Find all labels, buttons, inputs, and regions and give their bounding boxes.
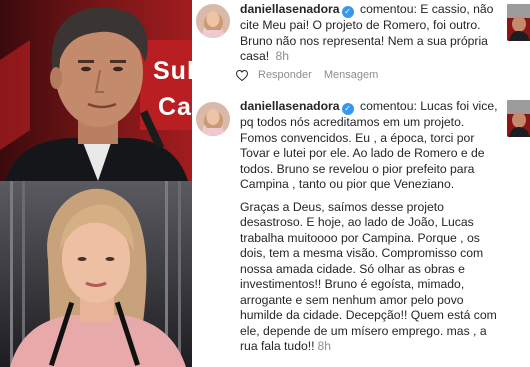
comment-timestamp: 8h [317,339,332,353]
comment-paragraph-second: Graças a Deus, saímos desse projeto desa… [240,200,498,355]
reply-button[interactable]: Responder [258,69,312,81]
avatar-photo-illustration [196,102,230,136]
avatar[interactable] [196,4,230,38]
thumbnail-image [507,100,530,137]
post-thumbnail[interactable] [507,4,530,41]
comment-username[interactable]: daniellasenadora [240,99,340,113]
comment-paragraph-first: daniellasenadora ✓ comentou: Lucas foi vi… [240,99,498,193]
backdrop-sign-text-line1: Sul [153,57,192,85]
comment-text: daniellasenadora ✓ comentou: Lucas foi vi… [240,99,498,355]
verified-badge-icon: ✓ [341,103,354,115]
comment-action-label: comentou: [359,2,417,16]
photo-man-speaking: Sul Ca [0,0,192,181]
comment-paragraph: Graças a Deus, saímos desse projeto desa… [240,199,497,354]
comment-timestamp: 8h [275,49,290,63]
message-button[interactable]: Mensagem [324,69,378,81]
comment-action-label: comentou: [359,99,417,113]
avatar[interactable] [196,102,230,136]
photo-woman-senator [0,181,192,367]
comment-actions: Responder Mensagem [236,69,388,81]
comment-text: daniellasenadora ✓ comentou: E cassio, nã… [240,2,498,65]
avatar-photo-illustration [196,4,230,38]
woman-portrait-illustration [0,181,192,367]
heart-outline-icon[interactable] [236,69,248,81]
comment-username[interactable]: daniellasenadora [240,2,340,16]
man-portrait-illustration [0,0,192,181]
backdrop-sign-text-line2: Ca [158,93,192,121]
post-thumbnail[interactable] [507,100,530,137]
verified-badge-icon: ✓ [341,6,354,18]
thumbnail-image [507,4,530,41]
